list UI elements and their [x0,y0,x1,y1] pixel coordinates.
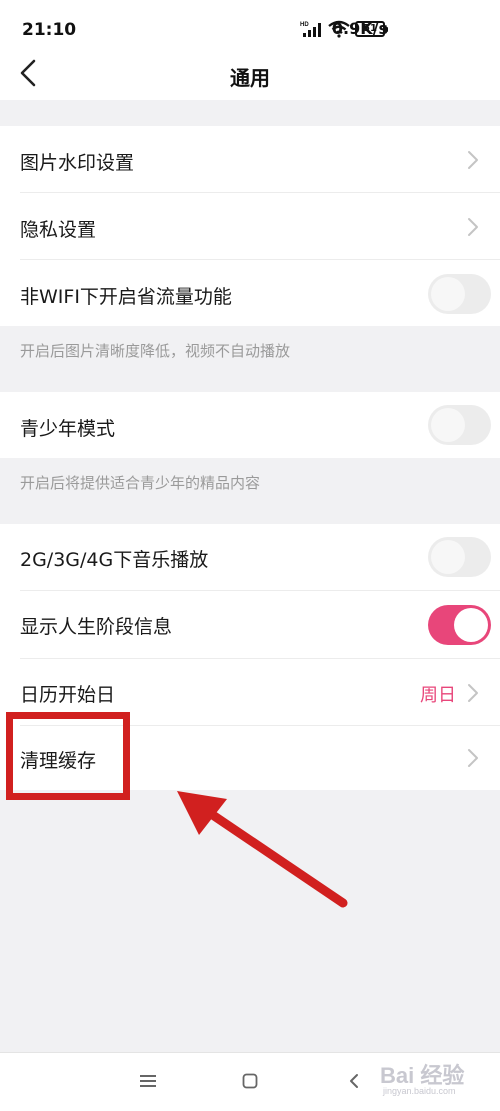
settings-item-label: 2G/3G/4G下音乐播放 [20,549,209,571]
hd-signal-icon: HD [300,20,322,42]
chevron-right-icon [468,684,478,702]
settings-item-privacy[interactable]: 隐私设置 [0,193,500,260]
chevron-right-icon [468,218,478,236]
toggle-knob [431,408,465,442]
settings-item-label: 显示人生阶段信息 [20,616,173,638]
life-stage-toggle[interactable] [428,605,491,645]
settings-item-mobile-music: 2G/3G/4G下音乐播放 [0,524,500,591]
week-start-value: 周日 [420,685,456,706]
teen-mode-hint: 开启后将提供适合青少年的精品内容 [20,474,261,492]
top-nav-bar: 通用 [0,46,500,100]
settings-item-label: 青少年模式 [20,418,116,440]
home-square-icon[interactable] [236,1067,264,1095]
settings-item-label: 日历开始日 [20,684,116,706]
chevron-right-icon [468,151,478,169]
annotation-highlight-box [6,712,130,800]
toggle-knob [431,540,465,574]
teen-mode-toggle[interactable] [428,405,491,445]
settings-item-label: 非WIFI下开启省流量功能 [20,286,232,308]
chevron-right-icon [468,749,478,767]
settings-item-data-saver: 非WIFI下开启省流量功能 [0,260,500,326]
page-title: 通用 [230,66,270,90]
data-saver-hint: 开启后图片清晰度降低，视频不自动播放 [20,342,291,360]
annotation-arrow-icon [177,791,348,908]
settings-item-label: 隐私设置 [20,219,97,241]
settings-item-label: 图片水印设置 [20,152,135,174]
menu-icon[interactable] [134,1067,162,1095]
toggle-knob [454,608,488,642]
settings-item-watermark[interactable]: 图片水印设置 [0,126,500,193]
settings-item-teen-mode: 青少年模式 [0,392,500,458]
back-icon[interactable] [340,1067,368,1095]
wifi-icon [328,20,350,42]
watermark-url: jingyan.baidu.com [383,1086,456,1096]
settings-item-life-stage: 显示人生阶段信息 [0,591,500,659]
data-saver-toggle[interactable] [428,274,491,314]
svg-text:HD: HD [300,22,309,28]
mobile-music-toggle[interactable] [428,537,491,577]
toggle-knob [431,277,465,311]
battery-icon: 51 [355,21,388,37]
status-time: 21:10 [22,20,77,40]
